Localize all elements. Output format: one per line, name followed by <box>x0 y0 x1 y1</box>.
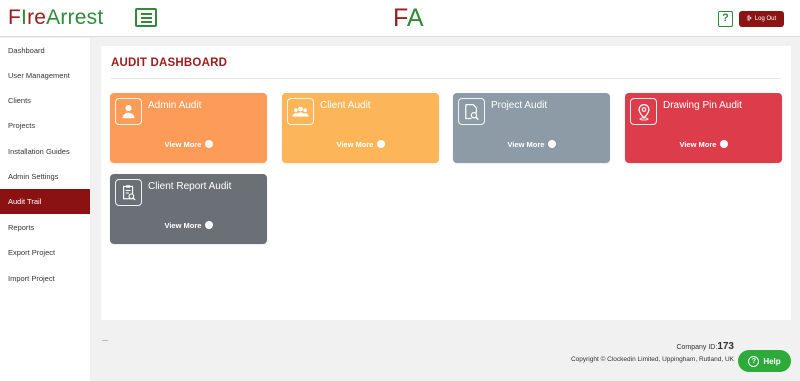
file-search-icon <box>458 98 485 125</box>
sidebar-nav: Dashboard User Management Clients Projec… <box>0 38 90 381</box>
company-id-value: 173 <box>717 341 734 352</box>
sidebar-item-reports[interactable]: Reports <box>0 215 90 240</box>
copyright-text: Copyright © Clockedin Limited, Uppingham… <box>570 356 734 363</box>
top-header: FIreArrest FA ? Log Out <box>0 0 800 37</box>
view-more-label: View More <box>164 221 202 230</box>
center-logo-f: F <box>393 4 407 32</box>
card-title: Project Audit <box>491 100 548 111</box>
page-title: AUDIT DASHBOARD <box>111 57 228 69</box>
card-title: Client Report Audit <box>148 181 232 192</box>
footer-divider <box>102 340 108 341</box>
arrow-circle-right-icon <box>204 221 213 229</box>
sidebar-item-label: User Management <box>8 71 70 80</box>
logout-label: Log Out <box>754 16 777 22</box>
sidebar-item-import-project[interactable]: Import Project <box>0 266 90 291</box>
help-label: Help <box>763 356 781 366</box>
sidebar-item-user-management[interactable]: User Management <box>0 63 90 88</box>
drawing-pin-audit-card[interactable]: Drawing Pin Audit View More <box>625 93 782 163</box>
company-id-label: Company ID: <box>676 344 718 351</box>
admin-audit-card[interactable]: Admin Audit View More <box>110 93 267 163</box>
map-pin-icon <box>630 98 657 125</box>
sign-out-icon <box>747 15 753 23</box>
hamburger-icon <box>140 12 152 15</box>
company-id: Company ID:173 <box>676 341 734 352</box>
card-title: Client Audit <box>320 100 371 111</box>
hamburger-menu-button[interactable] <box>135 8 157 27</box>
arrow-circle-right-icon <box>719 140 728 148</box>
help-question-icon: ? <box>748 355 760 367</box>
sidebar-item-label: Clients <box>8 96 31 105</box>
view-more-label: View More <box>164 140 202 149</box>
arrow-circle-right-icon <box>204 140 213 148</box>
card-title: Drawing Pin Audit <box>663 100 742 111</box>
sidebar-item-label: Installation Guides <box>8 147 70 156</box>
view-more-link[interactable]: View More <box>625 140 782 149</box>
main-panel: AUDIT DASHBOARD Admin Audit View More Cl… <box>101 46 791 320</box>
question-icon[interactable]: ? <box>718 11 733 27</box>
client-audit-card[interactable]: Client Audit View More <box>282 93 439 163</box>
firearrest-logo[interactable]: FIreArrest <box>8 6 103 30</box>
view-more-label: View More <box>507 140 545 149</box>
project-audit-card[interactable]: Project Audit View More <box>453 93 610 163</box>
view-more-link[interactable]: View More <box>453 140 610 149</box>
sidebar-item-label: Export Project <box>8 248 56 257</box>
help-button[interactable]: ? Help <box>738 350 791 372</box>
logo-f: F <box>8 6 22 29</box>
report-search-icon <box>115 179 142 206</box>
sidebar-item-clients[interactable]: Clients <box>0 88 90 113</box>
view-more-link[interactable]: View More <box>110 140 267 149</box>
user-icon <box>115 98 142 125</box>
sidebar-item-projects[interactable]: Projects <box>0 113 90 138</box>
sidebar-item-export-project[interactable]: Export Project <box>0 240 90 265</box>
card-title: Admin Audit <box>148 100 202 111</box>
view-more-label: View More <box>336 140 374 149</box>
sidebar-item-dashboard[interactable]: Dashboard <box>0 38 90 63</box>
logo-arrest: Arrest <box>46 6 104 29</box>
fa-center-logo: FA <box>393 4 424 32</box>
client-report-audit-card[interactable]: Client Report Audit View More <box>110 174 267 244</box>
view-more-label: View More <box>679 140 717 149</box>
sidebar-item-admin-settings[interactable]: Admin Settings <box>0 164 90 189</box>
sidebar-item-label: Audit Trail <box>8 197 42 206</box>
sidebar-item-audit-trail[interactable]: Audit Trail <box>0 189 90 214</box>
sidebar-item-label: Import Project <box>8 274 55 283</box>
sidebar-item-label: Dashboard <box>8 46 45 55</box>
arrow-circle-right-icon <box>547 140 556 148</box>
sidebar-item-label: Projects <box>8 121 36 130</box>
view-more-link[interactable]: View More <box>282 140 439 149</box>
users-group-icon <box>287 98 314 125</box>
title-divider <box>111 78 781 79</box>
sidebar-item-label: Admin Settings <box>8 172 59 181</box>
sidebar-item-installation-guides[interactable]: Installation Guides <box>0 139 90 164</box>
logo-re: re <box>27 6 47 29</box>
logout-button[interactable]: Log Out <box>739 11 784 27</box>
center-logo-a: A <box>406 4 424 32</box>
arrow-circle-right-icon <box>376 140 385 148</box>
sidebar-item-label: Reports <box>8 223 35 232</box>
view-more-link[interactable]: View More <box>110 221 267 230</box>
